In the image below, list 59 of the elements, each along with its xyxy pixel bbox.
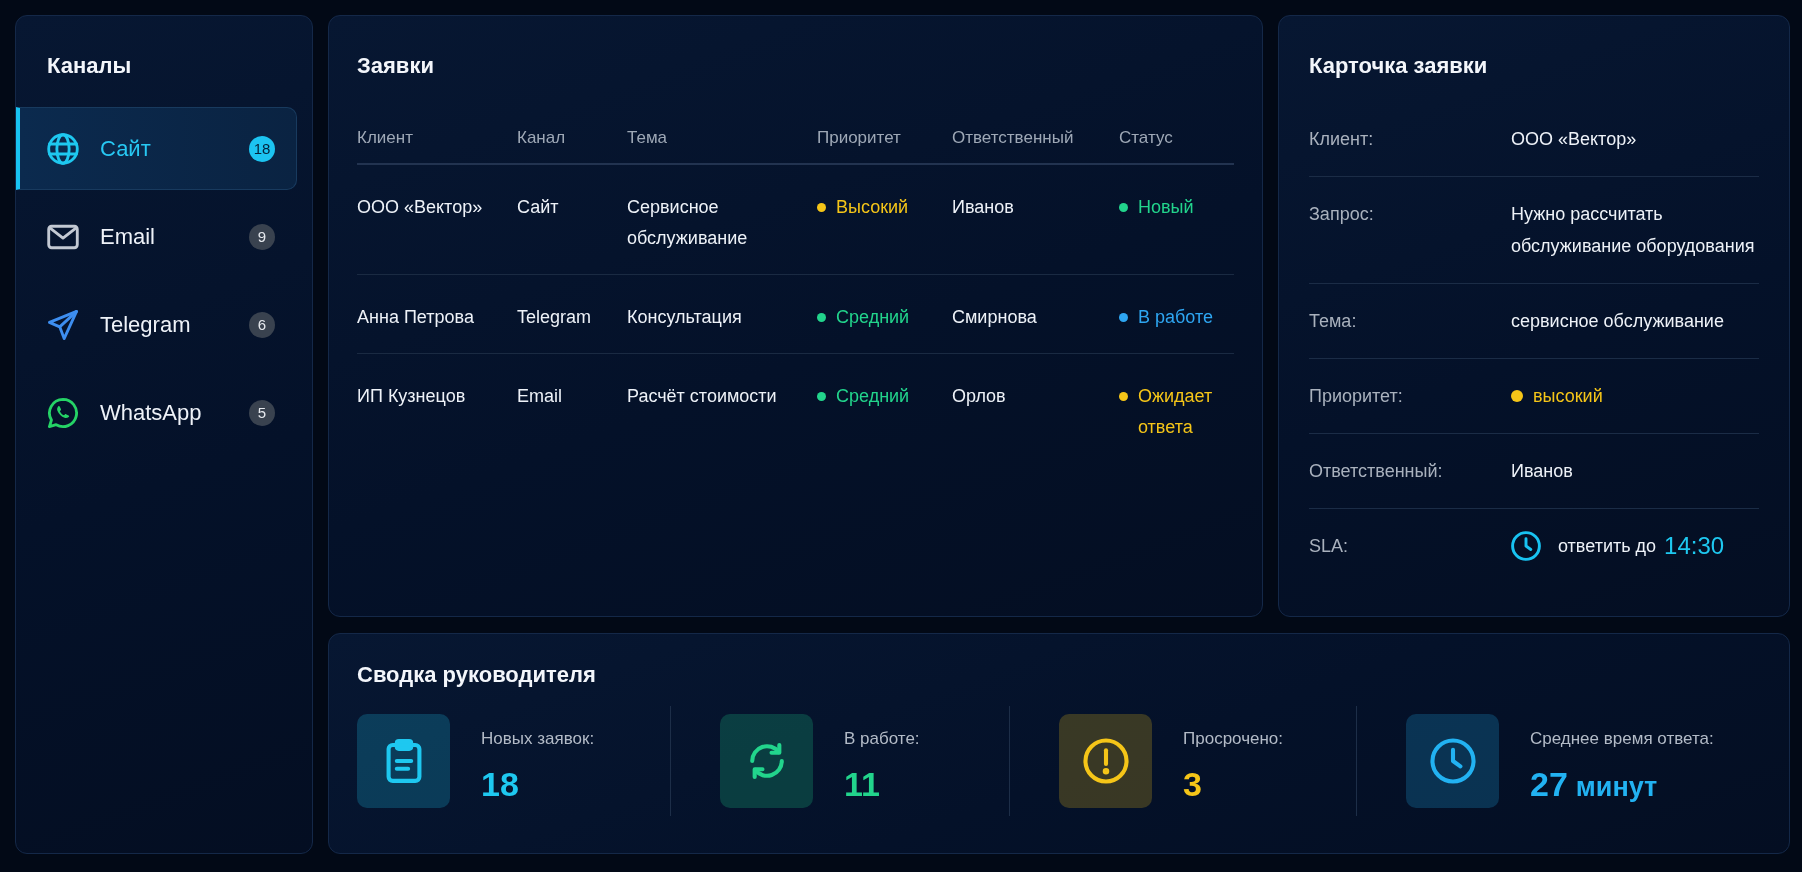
field-label: SLA: — [1309, 535, 1349, 558]
assignee-name: Смирнова — [952, 307, 1037, 327]
field-label: Приоритет: — [1309, 385, 1403, 408]
stat-value: 11 — [844, 764, 880, 804]
channel-name: Telegram — [517, 307, 592, 327]
stat-label: Новых заявок: — [481, 728, 595, 750]
topic-text: Консультация — [627, 307, 742, 327]
priority-label: Средний — [836, 385, 910, 408]
column-header: Канал — [517, 127, 566, 147]
count-badge: 18 — [249, 135, 275, 162]
clock-icon — [1511, 531, 1541, 561]
field-value: Нужно рассчитать обслуживание оборудования — [1511, 203, 1756, 258]
column-header: Клиент — [357, 127, 413, 147]
topic-text: Сервисное обслуживание — [627, 197, 748, 248]
column-header: Статус — [1119, 127, 1173, 147]
topic-text: Расчёт стоимости — [627, 386, 777, 406]
sla-time: 14:30 — [1664, 531, 1725, 561]
column-header: Ответственный — [952, 127, 1074, 147]
client-name: ИП Кузнецов — [357, 386, 466, 406]
column-header: Приоритет — [817, 127, 901, 147]
status-label: В работе — [1138, 306, 1213, 329]
stat-value: 27 — [1530, 764, 1568, 804]
count-badge: 9 — [249, 223, 275, 250]
count-badge: 6 — [249, 311, 275, 338]
count-badge: 5 — [249, 399, 275, 426]
channel-item[interactable]: Email 9 — [16, 195, 297, 278]
priority-value: высокий — [1533, 385, 1603, 408]
column-header: Тема — [627, 127, 668, 147]
status-label: Ожидает ответа — [1138, 385, 1214, 439]
priority-label: Высокий — [836, 196, 909, 219]
channel-name: Сайт — [517, 197, 559, 217]
stat-label: В работе: — [844, 728, 920, 750]
stat-label: Просрочено: — [1183, 728, 1284, 750]
assignee-name: Иванов — [952, 197, 1014, 217]
field-label: Тема: — [1309, 310, 1357, 333]
channel-item[interactable]: Сайт 18 — [16, 107, 297, 190]
stat-label: Среднее время ответа: — [1530, 728, 1714, 750]
stat-value: 3 — [1183, 764, 1202, 804]
client-name: Анна Петрова — [357, 307, 474, 327]
field-value: сервисное обслуживание — [1511, 310, 1724, 333]
status-label: Новый — [1138, 196, 1194, 219]
sla-text: ответить до — [1558, 535, 1657, 558]
channel-name: Email — [517, 386, 562, 406]
field-label: Ответственный: — [1309, 460, 1443, 483]
field-label: Клиент: — [1309, 128, 1374, 151]
field-label: Запрос: — [1309, 203, 1374, 226]
field-value: Иванов — [1511, 460, 1573, 483]
requests-title: Заявки — [357, 52, 434, 80]
client-name: ООО «Вектор» — [357, 197, 483, 217]
channel-item[interactable]: Telegram 6 — [16, 283, 297, 366]
assignee-name: Орлов — [952, 386, 1006, 406]
card-title: Карточка заявки — [1309, 52, 1488, 80]
stat-unit: минут — [1575, 771, 1658, 804]
channel-item[interactable]: WhatsApp 5 — [16, 371, 297, 454]
stat-value: 18 — [481, 764, 519, 804]
priority-label: Средний — [836, 306, 910, 329]
field-value: ООО «Вектор» — [1511, 128, 1637, 151]
sidebar-title: Каналы — [47, 52, 132, 80]
summary-title: Сводка руководителя — [357, 661, 596, 689]
